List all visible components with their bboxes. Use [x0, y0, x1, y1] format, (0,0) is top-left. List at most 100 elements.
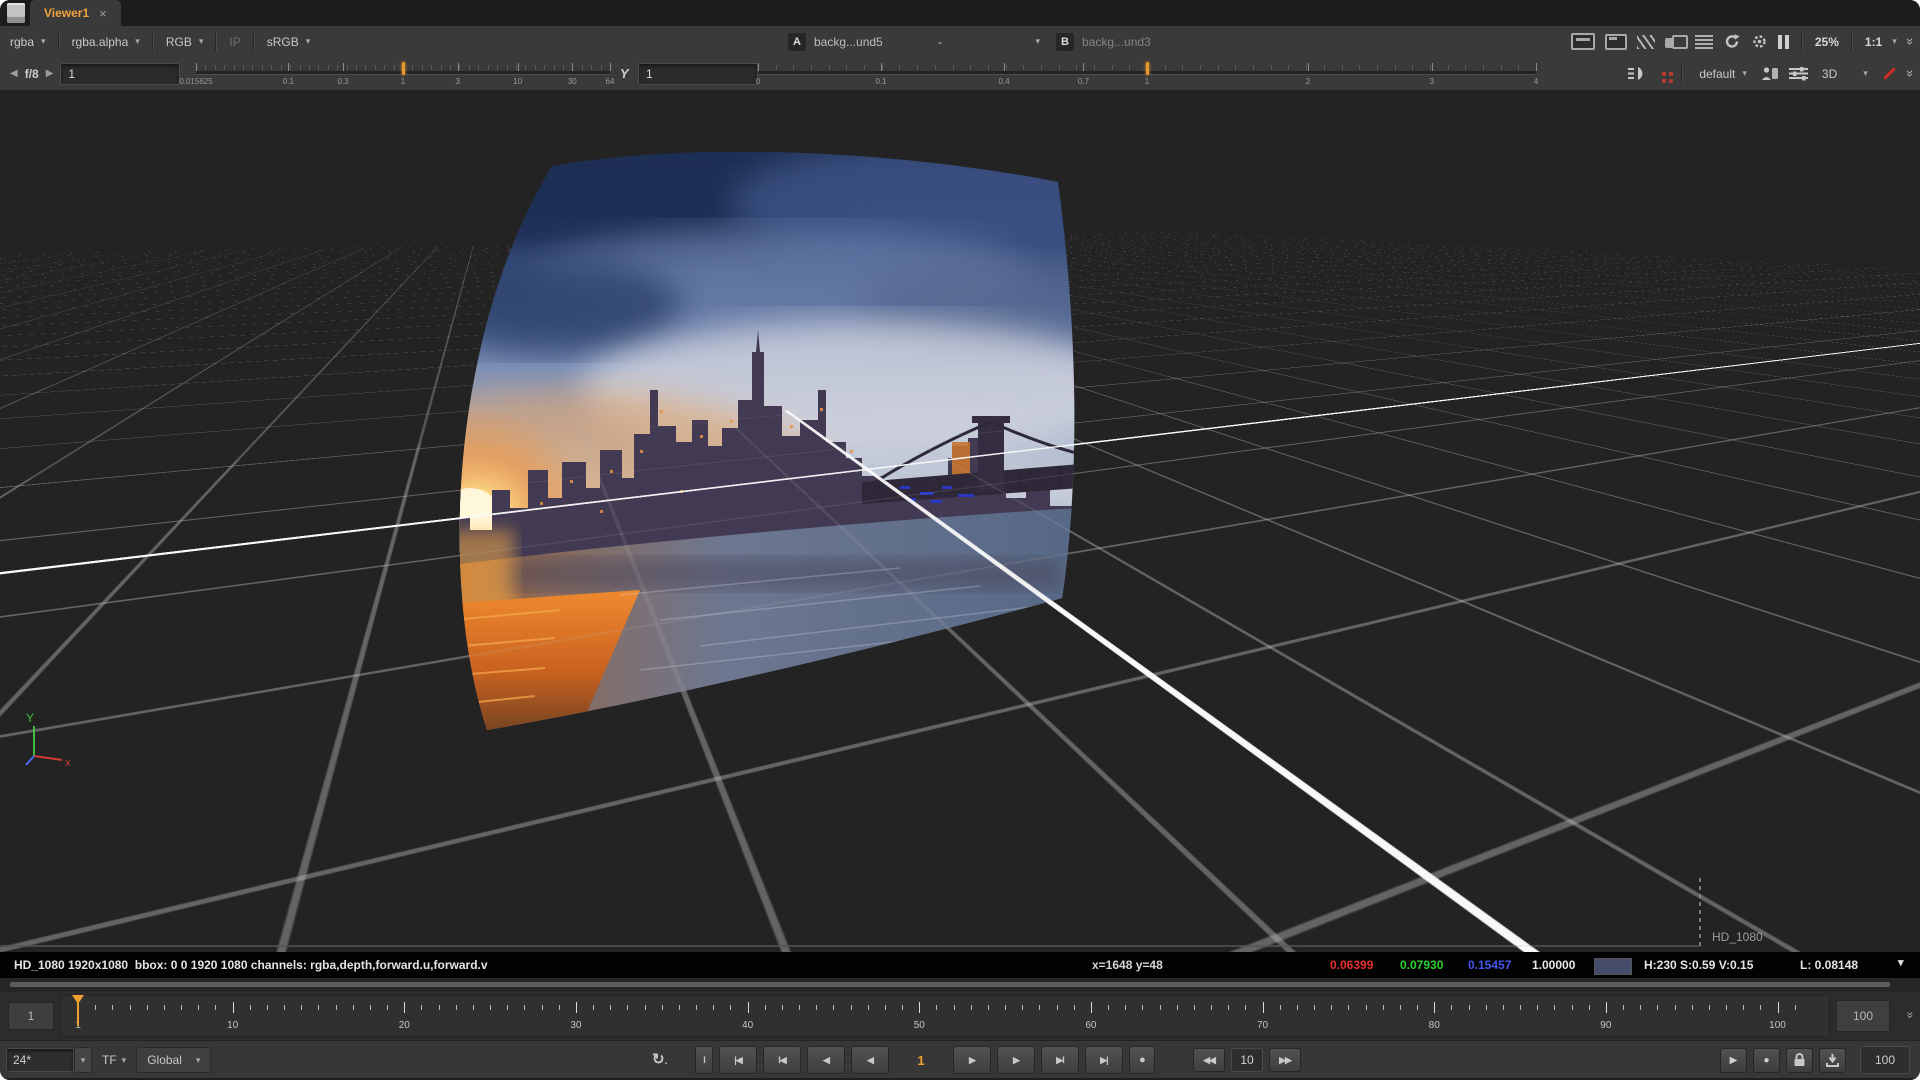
render-flipbook-button[interactable]: [1819, 1048, 1846, 1073]
play-forward-button[interactable]: ▶: [997, 1046, 1035, 1074]
fps-field[interactable]: 24*: [6, 1048, 74, 1072]
chevron-down-icon[interactable]: ▾: [1898, 958, 1904, 969]
toolbar-collapse-icon[interactable]: »: [1903, 70, 1918, 77]
update-gear-icon[interactable]: [1751, 33, 1768, 50]
roi-pencil-icon[interactable]: [1883, 67, 1896, 80]
next-keyframe-button[interactable]: ▶I: [1041, 1046, 1079, 1074]
loop-mode-button[interactable]: ●: [1129, 1046, 1155, 1074]
gamma-input[interactable]: 1: [638, 63, 758, 85]
camera-select-dropdown[interactable]: default ▾: [1695, 57, 1751, 90]
tab-viewer1[interactable]: Viewer1 ×: [30, 0, 121, 26]
goto-end-button[interactable]: ▶|: [1085, 1046, 1123, 1074]
toolbar-collapse-icon[interactable]: »: [1903, 38, 1918, 45]
fps-dropdown[interactable]: ▾: [74, 1047, 92, 1073]
gamma-slider[interactable]: 00.10.40.71234: [758, 57, 1536, 90]
prev-keyframe-button[interactable]: I◀: [763, 1046, 801, 1074]
step-forward-button[interactable]: ▶: [953, 1046, 991, 1074]
horizontal-scrollbar[interactable]: [10, 982, 1890, 987]
gain-slider[interactable]: 0.0156250.10.313103064: [196, 57, 610, 90]
next-view-arrow[interactable]: ▶: [46, 68, 54, 79]
slider-minor-tick: [1377, 65, 1378, 70]
slider-minor-tick: [450, 65, 451, 70]
playback-loop-icon[interactable]: ↻.: [652, 1050, 667, 1068]
timeline-range-dropdown[interactable]: TF ▾: [100, 1041, 128, 1079]
nuke-viewer-window: Viewer1 × rgba ▾ rgba.alpha ▾ RGB ▾ IP s…: [0, 0, 1920, 1080]
prev-view-arrow[interactable]: ◀: [10, 68, 18, 79]
alpha-layer-value: rgba.alpha: [72, 35, 129, 49]
playback-end-field[interactable]: 100: [1860, 1046, 1910, 1074]
ruler-tick: [1554, 1005, 1555, 1010]
input-process-toggle[interactable]: IP: [219, 26, 250, 57]
slider-tick-label: 0.1: [283, 77, 294, 86]
timeline-collapse-icon[interactable]: »: [1904, 1012, 1918, 1019]
viewer-canvas-3d[interactable]: Y x HD_1080: [0, 90, 1920, 952]
grid-overlay-icon[interactable]: [1658, 68, 1669, 79]
slider-tick-label: 3: [455, 77, 459, 86]
flipbook-play-button[interactable]: ▶: [1720, 1048, 1747, 1073]
set-in-button[interactable]: I: [695, 1046, 713, 1074]
refresh-icon[interactable]: [1723, 33, 1741, 50]
frame-increment-field[interactable]: 10: [1231, 1048, 1263, 1072]
pause-icon[interactable]: [1778, 35, 1789, 49]
pane-menu-icon[interactable]: [7, 3, 25, 23]
fstop-label[interactable]: f/8: [25, 67, 39, 81]
skip-back-button[interactable]: ◀◀: [1193, 1048, 1225, 1072]
slider-minor-tick: [1200, 65, 1201, 70]
camera-value: default: [1699, 67, 1735, 81]
range-mode-value: Global: [147, 1053, 182, 1067]
frame-ruler[interactable]: 1102030405060708090100: [60, 995, 1830, 1037]
timeline-bar[interactable]: 1 1102030405060708090100 100 »: [0, 992, 1920, 1040]
ruler-tick: [95, 1005, 96, 1010]
slider-major-tick: [343, 63, 344, 71]
ruler-tick: [782, 1005, 783, 1010]
interlock-icon[interactable]: [1761, 66, 1779, 81]
chevron-down-icon: ▾: [81, 1056, 86, 1065]
download-icon: [1825, 1053, 1840, 1067]
chevron-down-icon: ▾: [196, 1056, 201, 1065]
slider-minor-tick: [441, 65, 442, 70]
frame-range-mode-dropdown[interactable]: Global ▾: [136, 1047, 211, 1073]
step-back-button[interactable]: ◀: [851, 1046, 889, 1074]
playhead[interactable]: [77, 996, 79, 1026]
view-select-dropdown[interactable]: 3D ▾: [1818, 57, 1872, 90]
viewer-process-dropdown[interactable]: sRGB ▾: [257, 26, 321, 57]
cliptest-icon[interactable]: [1665, 35, 1685, 49]
slider-major-tick: [458, 63, 459, 71]
chevron-down-icon[interactable]: ▾: [1892, 37, 1897, 46]
gain-input[interactable]: 1: [60, 63, 180, 85]
slider-tick-label: 0.1: [875, 77, 886, 86]
ruler-tick: [765, 1005, 766, 1010]
ruler-tick: [1245, 1005, 1246, 1010]
3d-light-icon[interactable]: [1627, 66, 1648, 81]
slider-tick-label: 4: [1534, 77, 1538, 86]
goto-start-button[interactable]: |◀: [719, 1046, 757, 1074]
scanline-render-icon[interactable]: [1695, 35, 1713, 49]
ruler-tick: [713, 1005, 714, 1010]
current-frame-field[interactable]: 1: [8, 1002, 54, 1030]
monitor-output-icon[interactable]: [1571, 33, 1595, 50]
y-axis-label: Y: [26, 711, 34, 725]
wireframe-menu-icon[interactable]: [1789, 66, 1808, 81]
ruler-tick: [1503, 1005, 1504, 1010]
alpha-layer-dropdown[interactable]: rgba.alpha ▾: [62, 26, 150, 57]
proxy-toggle-icon[interactable]: [1637, 35, 1655, 49]
tf-value: TF: [102, 1053, 117, 1067]
a-input-dropdown[interactable]: backg...und5: [814, 35, 922, 49]
lock-range-button[interactable]: [1786, 1048, 1813, 1073]
ab-blend-dropdown[interactable]: - ▾: [930, 32, 1048, 52]
slider-handle[interactable]: [1146, 62, 1149, 75]
ab-input-group: A backg...und5 - ▾ B backg...und3: [788, 26, 1190, 57]
tab-close-icon[interactable]: ×: [99, 6, 107, 21]
slider-handle[interactable]: [402, 62, 405, 75]
format-info-text: HD_1080 1920x1080 bbox: 0 0 1920 1080 ch…: [14, 958, 488, 972]
safe-zone-icon[interactable]: [1605, 34, 1627, 50]
record-button[interactable]: ●: [1753, 1048, 1780, 1073]
display-channels-dropdown[interactable]: RGB ▾: [156, 26, 214, 57]
zoom-level-dropdown[interactable]: 25%: [1815, 35, 1839, 49]
b-input-dropdown[interactable]: backg...und3: [1082, 35, 1190, 49]
range-end-field[interactable]: 100: [1836, 1000, 1890, 1032]
skip-forward-button[interactable]: ▶▶: [1269, 1048, 1301, 1072]
play-backward-button[interactable]: ◀: [807, 1046, 845, 1074]
chevron-down-icon: ▾: [1035, 37, 1040, 46]
layer-dropdown[interactable]: rgba ▾: [0, 26, 56, 57]
